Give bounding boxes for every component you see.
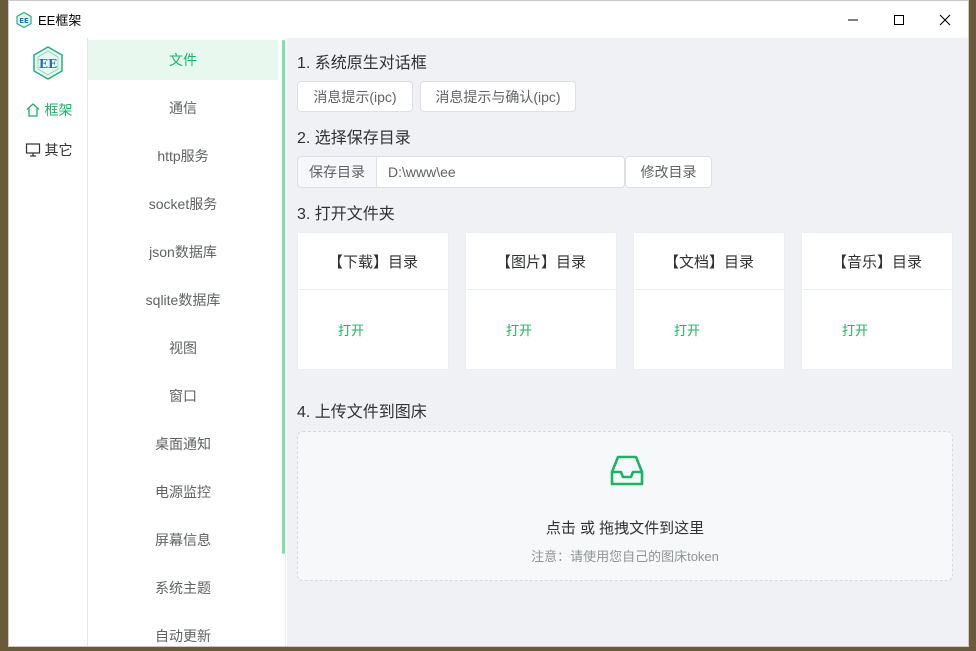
menu-item-socket[interactable]: socket服务	[88, 184, 278, 224]
menu-item-window[interactable]: 窗口	[88, 376, 278, 416]
menu-item-file[interactable]: 文件	[88, 40, 278, 80]
menu-item-sqlite-db[interactable]: sqlite数据库	[88, 280, 278, 320]
maximize-icon	[894, 14, 904, 25]
main-content: 1. 系统原生对话框 消息提示(ipc) 消息提示与确认(ipc) 2. 选择保…	[287, 38, 968, 646]
folder-card-documents: 【文档】目录 打开	[633, 232, 785, 370]
section-title-open-folder: 3. 打开文件夹	[297, 206, 395, 223]
app-window: EE EE框架 EE 框架 其它 文件 通信 http服务 socket服务 j…	[8, 0, 969, 647]
rail-item-label: 框架	[44, 102, 73, 118]
menu-item-json-db[interactable]: json数据库	[88, 232, 278, 272]
open-documents-link[interactable]: 打开	[674, 320, 700, 339]
open-downloads-link[interactable]: 打开	[338, 320, 364, 339]
open-music-link[interactable]: 打开	[842, 320, 868, 339]
menu-item-ipc[interactable]: 通信	[88, 88, 278, 128]
open-pictures-link[interactable]: 打开	[506, 320, 532, 339]
upload-dropzone[interactable]: 点击 或 拖拽文件到这里 注意：请使用您自己的图床token	[297, 431, 953, 581]
menu-item-view[interactable]: 视图	[88, 328, 278, 368]
submenu-scrollbar[interactable]	[282, 40, 285, 554]
section-title-upload: 4. 上传文件到图床	[297, 404, 427, 421]
folder-card-music: 【音乐】目录 打开	[801, 232, 953, 370]
rail-item-other[interactable]: 其它	[9, 135, 88, 165]
message-confirm-ipc-button[interactable]: 消息提示与确认(ipc)	[420, 81, 576, 112]
card-title: 【音乐】目录	[802, 233, 952, 290]
section-title-save-dir: 2. 选择保存目录	[297, 130, 411, 147]
card-title: 【图片】目录	[466, 233, 616, 290]
menu-item-theme[interactable]: 系统主题	[88, 568, 278, 608]
dropzone-hint: 注意：请使用您自己的图床token	[531, 549, 719, 564]
folder-card-downloads: 【下载】目录 打开	[297, 232, 449, 370]
minimize-button[interactable]	[830, 1, 876, 38]
section-title-dialogs: 1. 系统原生对话框	[297, 55, 427, 72]
card-title: 【下载】目录	[298, 233, 448, 290]
svg-text:EE: EE	[19, 17, 29, 25]
primary-nav: EE 框架 其它	[9, 38, 88, 646]
menu-item-screen-info[interactable]: 屏幕信息	[88, 520, 278, 560]
monitor-icon	[25, 143, 40, 157]
maximize-button[interactable]	[876, 1, 922, 38]
dropzone-text: 点击 或 拖拽文件到这里	[545, 520, 705, 537]
menu-item-auto-update[interactable]: 自动更新	[88, 616, 278, 646]
minimize-icon	[848, 19, 858, 20]
secondary-nav: 文件 通信 http服务 socket服务 json数据库 sqlite数据库 …	[88, 38, 286, 646]
inbox-icon	[610, 455, 644, 486]
rail-item-label: 其它	[44, 142, 73, 158]
card-title: 【文档】目录	[634, 233, 784, 290]
message-ipc-button[interactable]: 消息提示(ipc)	[297, 81, 413, 112]
close-button[interactable]	[922, 1, 968, 38]
menu-item-power-monitor[interactable]: 电源监控	[88, 472, 278, 512]
menu-item-notification[interactable]: 桌面通知	[88, 424, 278, 464]
home-icon	[26, 103, 39, 117]
rail-item-framework[interactable]: 框架	[9, 95, 88, 125]
menu-item-http[interactable]: http服务	[88, 136, 278, 176]
window-title: EE框架	[38, 13, 82, 28]
app-logo-icon: EE	[16, 11, 32, 28]
svg-text:EE: EE	[39, 57, 57, 71]
save-dir-prefix: 保存目录	[297, 156, 377, 188]
folder-card-pictures: 【图片】目录 打开	[465, 232, 617, 370]
close-icon	[939, 14, 951, 25]
save-dir-group: 保存目录 D:\www\ee	[297, 156, 625, 188]
change-dir-button[interactable]: 修改目录	[625, 156, 712, 188]
save-dir-input[interactable]: D:\www\ee	[377, 156, 625, 188]
title-bar[interactable]: EE EE框架	[9, 1, 968, 38]
brand-logo-icon: EE	[33, 46, 63, 80]
